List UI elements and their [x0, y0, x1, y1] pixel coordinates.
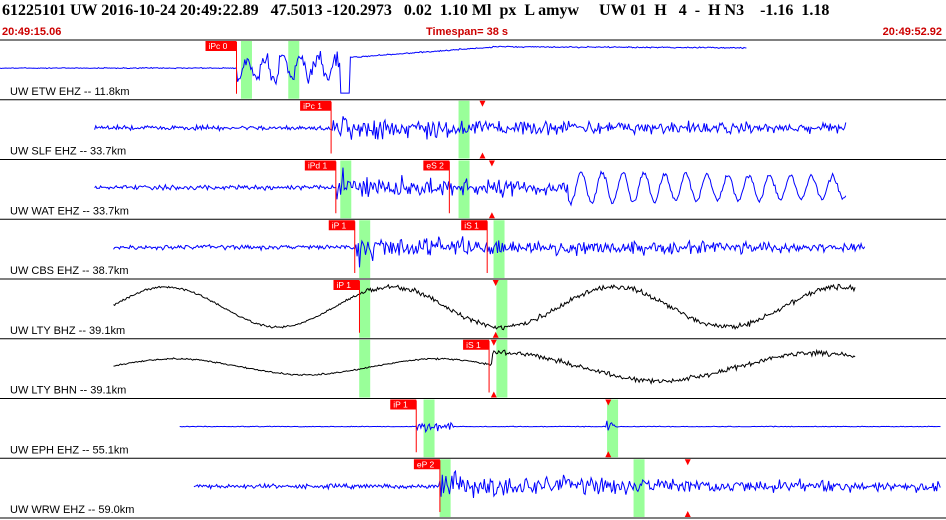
pick-triangle-marker: [490, 339, 497, 346]
trace-lty: [113, 348, 856, 385]
pick-triangle-marker: [684, 459, 691, 466]
pick-label: eP 2: [417, 459, 435, 469]
trace-wat: [94, 167, 847, 207]
pick-label: iS 1: [464, 220, 479, 230]
pick-triangle-marker: [479, 100, 486, 107]
trace-eph: [179, 420, 941, 434]
channel-label: UW SLF EHZ -- 33.7km: [10, 146, 126, 158]
channel-label: UW ETW EHZ -- 11.8km: [10, 86, 130, 98]
trace-wrw: [193, 469, 941, 499]
pick-triangle-marker: [479, 152, 486, 159]
channel-label: UW WRW EHZ -- 59.0km: [10, 504, 134, 516]
phase-window: [359, 280, 371, 338]
pick-triangle-marker: [684, 511, 691, 517]
pick-label: iPc 0: [209, 41, 228, 51]
phase-window: [496, 339, 508, 398]
pick-label: iPc 1: [303, 101, 322, 111]
pick-triangle-marker: [490, 391, 497, 398]
trace-slf: [94, 116, 847, 140]
trace-cbs: [113, 236, 866, 268]
pick-label: iPd 1: [308, 161, 328, 171]
pick-triangle-marker: [488, 160, 495, 167]
phase-window: [340, 160, 352, 219]
pick-label: iP 1: [332, 220, 347, 230]
pick-label: iP 1: [393, 400, 408, 410]
channel-label: UW LTY BHZ -- 39.1km: [10, 325, 125, 337]
pick-label: eS 2: [426, 161, 444, 171]
trace-lty: [113, 283, 856, 331]
channel-label: UW EPH EHZ -- 55.1km: [10, 444, 129, 456]
phase-window: [288, 41, 300, 99]
pick-label: iP 1: [336, 280, 351, 290]
pick-label: iS 1: [466, 340, 481, 350]
channel-label: UW LTY BHN -- 39.1km: [10, 385, 126, 397]
channel-label: UW CBS EHZ -- 38.7km: [10, 265, 129, 277]
channel-label: UW WAT EHZ -- 33.7km: [10, 205, 129, 217]
seismogram-panel[interactable]: iPc 0 UW ETW EHZ -- 11.8km iPc 1 UW SLF EHZ…: [0, 0, 946, 520]
pick-triangle-marker: [488, 212, 495, 219]
